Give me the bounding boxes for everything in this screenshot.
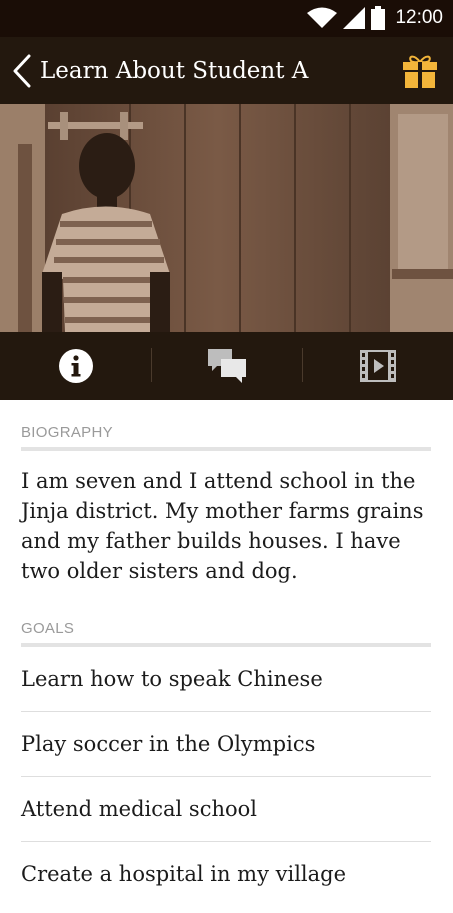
student-photo [0, 104, 453, 332]
gift-icon [403, 55, 437, 88]
app-bar: Learn About Student A [0, 37, 453, 104]
goal-item: Play soccer in the Olympics [21, 712, 431, 777]
wifi-icon [307, 7, 338, 28]
goal-item: Learn how to speak Chinese [21, 647, 431, 712]
signal-icon [343, 7, 366, 29]
back-button[interactable] [4, 37, 40, 104]
chat-icon [207, 349, 246, 383]
tab-info[interactable] [0, 332, 151, 400]
content: BIOGRAPHY I am seven and I attend school… [0, 424, 453, 906]
biography-label: BIOGRAPHY [21, 424, 431, 451]
page-title: Learn About Student A [40, 57, 309, 84]
video-icon [359, 350, 396, 382]
goals-list: Learn how to speak Chinese Play soccer i… [21, 647, 431, 906]
back-chevron-icon [13, 54, 31, 87]
status-bar: 12:00 [0, 0, 453, 37]
status-time: 12:00 [395, 7, 443, 28]
biography-text: I am seven and I attend school in the Ji… [21, 469, 424, 583]
goals-label: GOALS [21, 620, 431, 647]
tab-video[interactable] [302, 332, 453, 400]
goal-item: Create a hospital in my village [21, 862, 347, 886]
info-icon [58, 349, 93, 383]
tab-bar [0, 332, 453, 400]
goal-item: Attend medical school [21, 777, 431, 842]
tab-chat[interactable] [151, 332, 302, 400]
gift-button[interactable] [402, 52, 438, 88]
battery-icon [371, 6, 386, 30]
student-photo-image [0, 104, 453, 332]
